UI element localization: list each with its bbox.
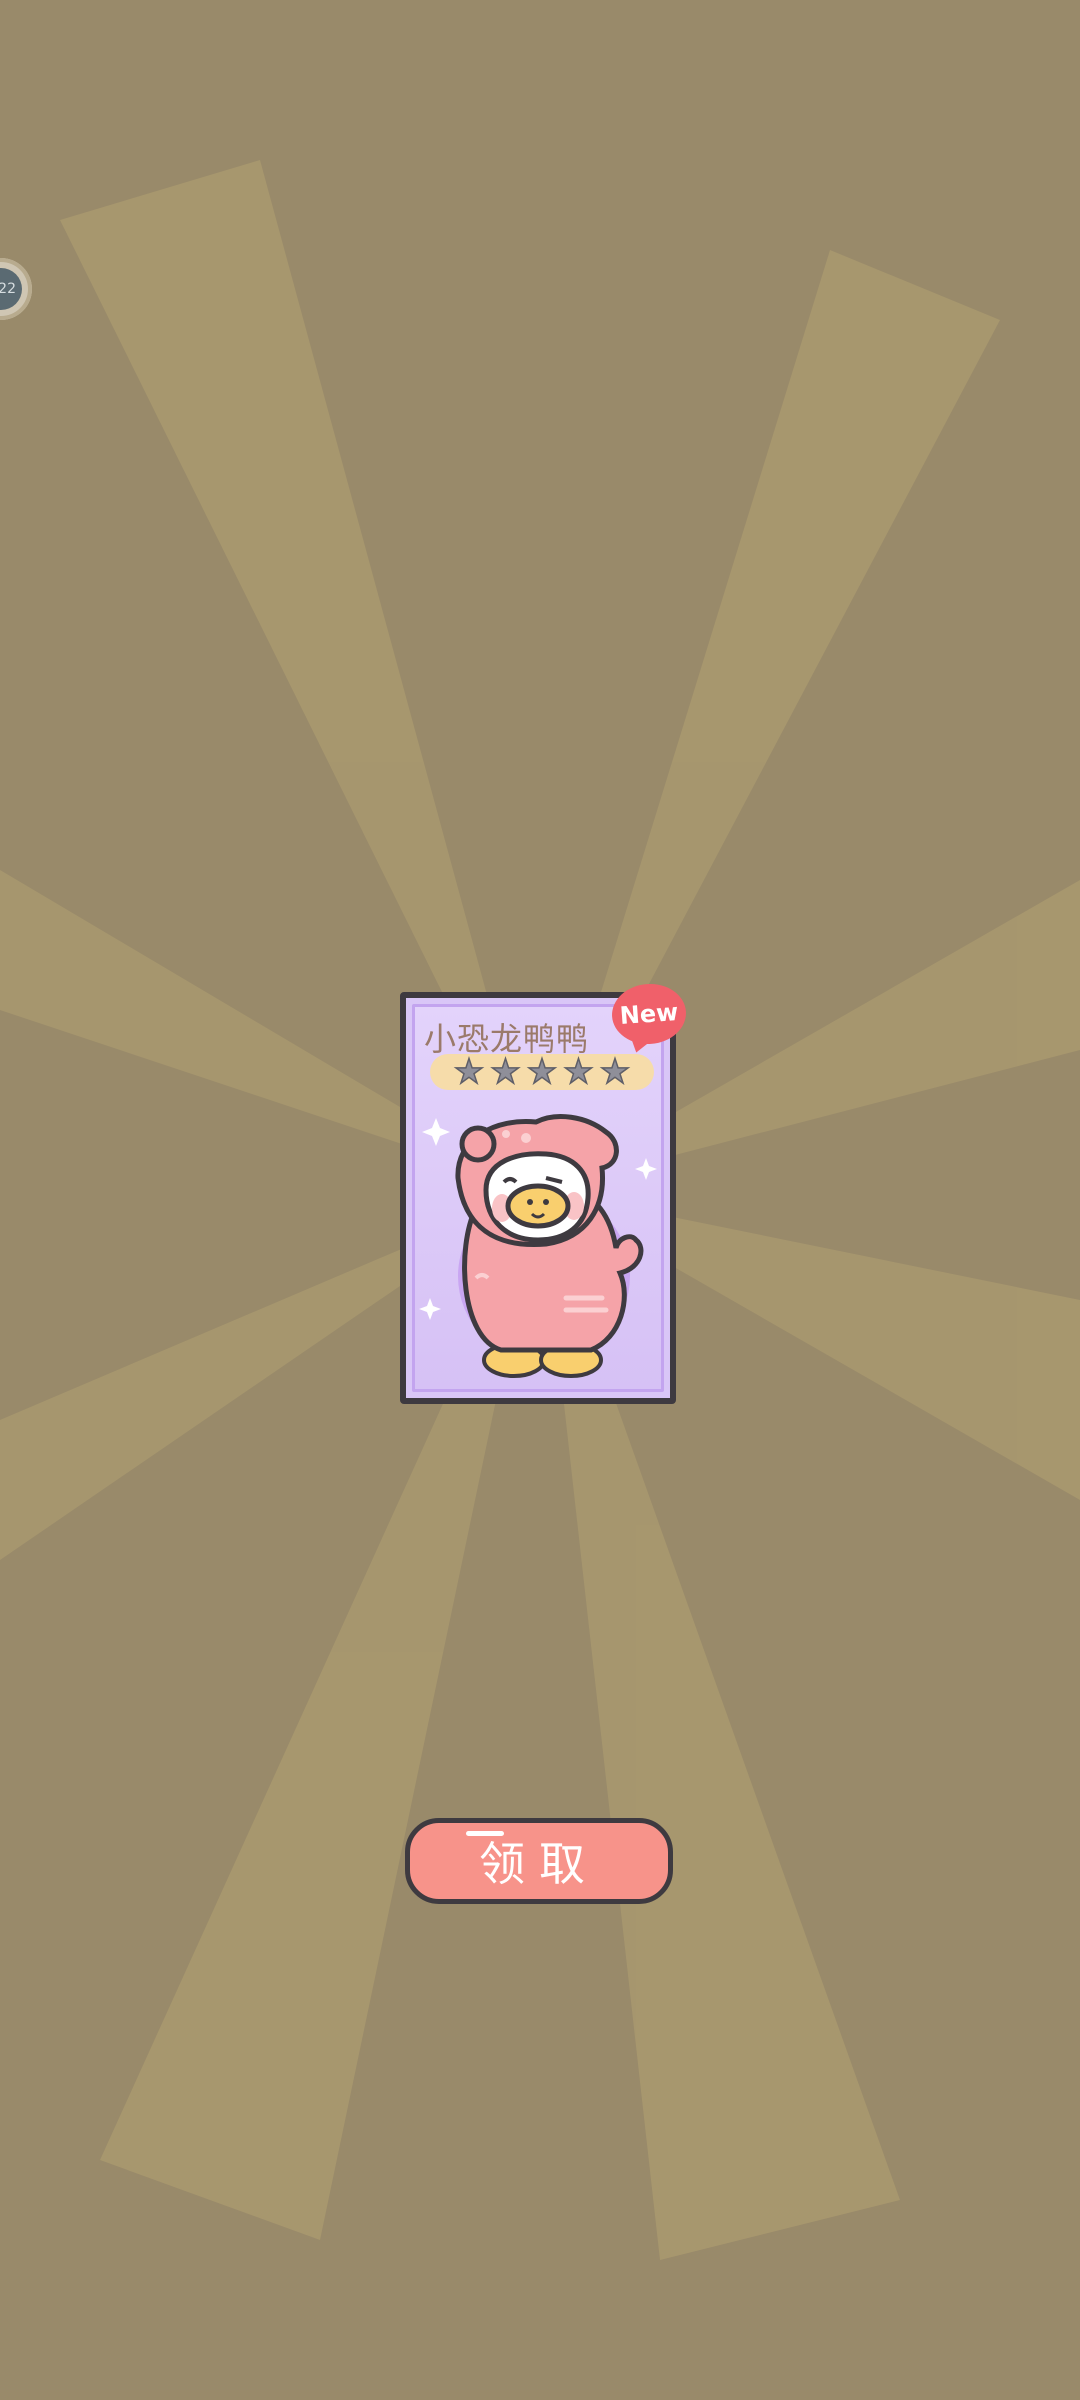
- star-icon: ★: [562, 1052, 594, 1092]
- reward-screen: 22 小恐龙鸭鸭 ★ ★ ★ ★ ★ New 领取: [0, 0, 1080, 2400]
- floating-ball-text: 22: [0, 281, 16, 297]
- star-icon: ★: [453, 1052, 485, 1092]
- dinosaur-duck-character-icon: [419, 1114, 657, 1378]
- star-icon: ★: [490, 1052, 522, 1092]
- star-icon: ★: [599, 1052, 631, 1092]
- claim-button[interactable]: 领取: [405, 1818, 673, 1904]
- reward-card: 小恐龙鸭鸭 ★ ★ ★ ★ ★ New: [400, 981, 689, 1404]
- star-icon: ★: [526, 1052, 558, 1092]
- star-rating: ★ ★ ★ ★ ★: [430, 1054, 654, 1090]
- claim-button-label: 领取: [479, 1837, 599, 1891]
- floating-ball-icon: 22: [0, 268, 22, 310]
